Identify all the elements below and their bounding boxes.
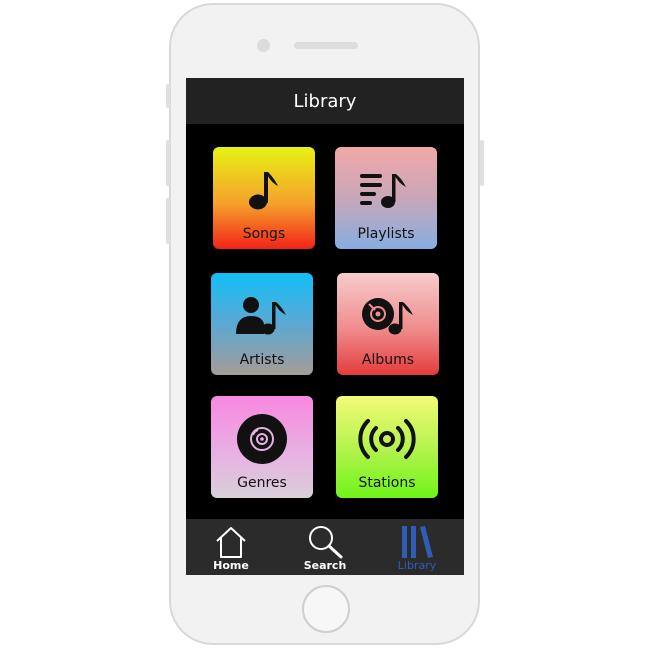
home-icon	[196, 524, 266, 560]
tile-artists[interactable]: Artists	[211, 273, 313, 375]
tile-label-genres: Genres	[237, 475, 287, 491]
app-screen: Library Songs Playlists Artists Albums G…	[186, 78, 464, 575]
silent-switch	[166, 84, 170, 108]
earpiece-speaker	[294, 42, 358, 49]
tab-label-search: Search	[303, 559, 347, 572]
library-icon	[382, 524, 452, 560]
power-button	[480, 140, 484, 186]
tile-genres[interactable]: Genres	[211, 396, 313, 498]
tab-label-library: Library	[397, 559, 437, 572]
playlist-icon	[335, 165, 437, 215]
volume-down-button	[166, 198, 170, 244]
tab-search[interactable]: Search	[290, 519, 360, 575]
tile-label-artists: Artists	[239, 352, 285, 368]
tile-songs[interactable]: Songs	[213, 147, 315, 249]
tile-label-stations: Stations	[358, 475, 416, 491]
hardware-home-button[interactable]	[302, 585, 350, 633]
tile-label-playlists: Playlists	[357, 226, 415, 242]
artist-icon	[211, 291, 313, 341]
tab-home[interactable]: Home	[196, 519, 266, 575]
page-title: Library	[186, 78, 464, 124]
bottom-tab-bar: Home Search Library	[186, 519, 464, 575]
volume-up-button	[166, 140, 170, 186]
tile-label-songs: Songs	[242, 226, 286, 242]
music-note-icon	[213, 165, 315, 215]
tile-playlists[interactable]: Playlists	[335, 147, 437, 249]
vinyl-record-icon	[211, 414, 313, 464]
tile-label-albums: Albums	[361, 352, 415, 368]
tile-albums[interactable]: Albums	[337, 273, 439, 375]
tab-library[interactable]: Library	[382, 519, 452, 575]
broadcast-icon	[336, 414, 438, 464]
front-camera	[257, 39, 270, 52]
album-icon	[337, 291, 439, 341]
search-icon	[290, 524, 360, 560]
tile-stations[interactable]: Stations	[336, 396, 438, 498]
tab-label-home: Home	[213, 559, 249, 572]
